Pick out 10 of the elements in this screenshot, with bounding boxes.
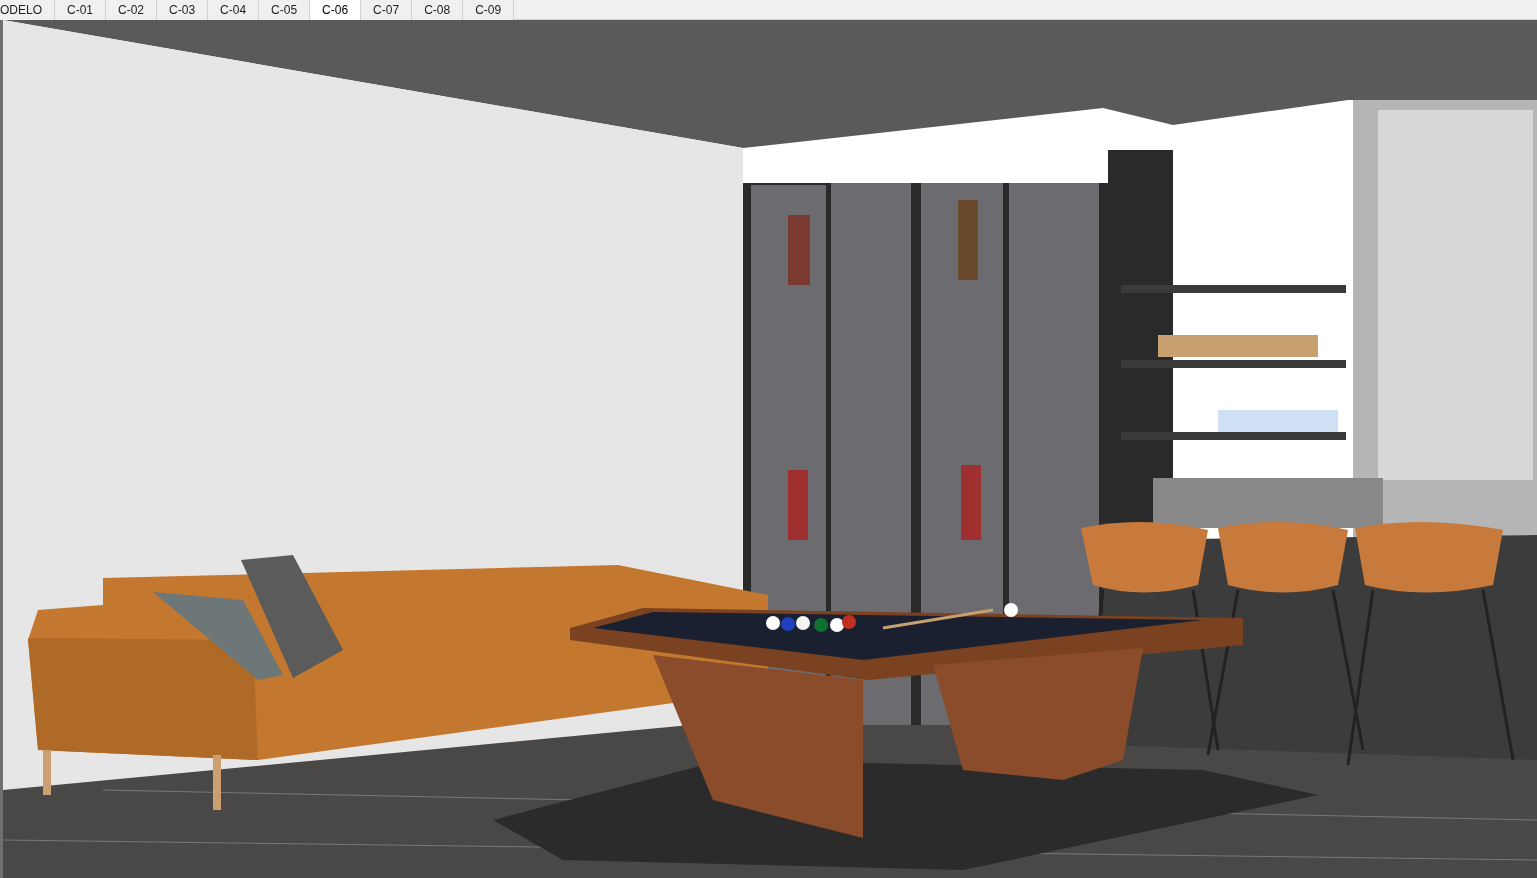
- scene-tab[interactable]: C-03: [157, 0, 209, 20]
- scene-tab[interactable]: C-04: [208, 0, 260, 20]
- scene-tab[interactable]: C-06: [310, 0, 362, 20]
- scene-tab[interactable]: C-09: [463, 0, 515, 20]
- scene-tab[interactable]: C-07: [361, 0, 413, 20]
- scene-tab[interactable]: ODELO: [0, 0, 55, 20]
- scene-tab[interactable]: C-02: [106, 0, 158, 20]
- scene-tab[interactable]: C-01: [55, 0, 107, 20]
- scene-tab[interactable]: C-08: [412, 0, 464, 20]
- scene-tab[interactable]: C-05: [259, 0, 311, 20]
